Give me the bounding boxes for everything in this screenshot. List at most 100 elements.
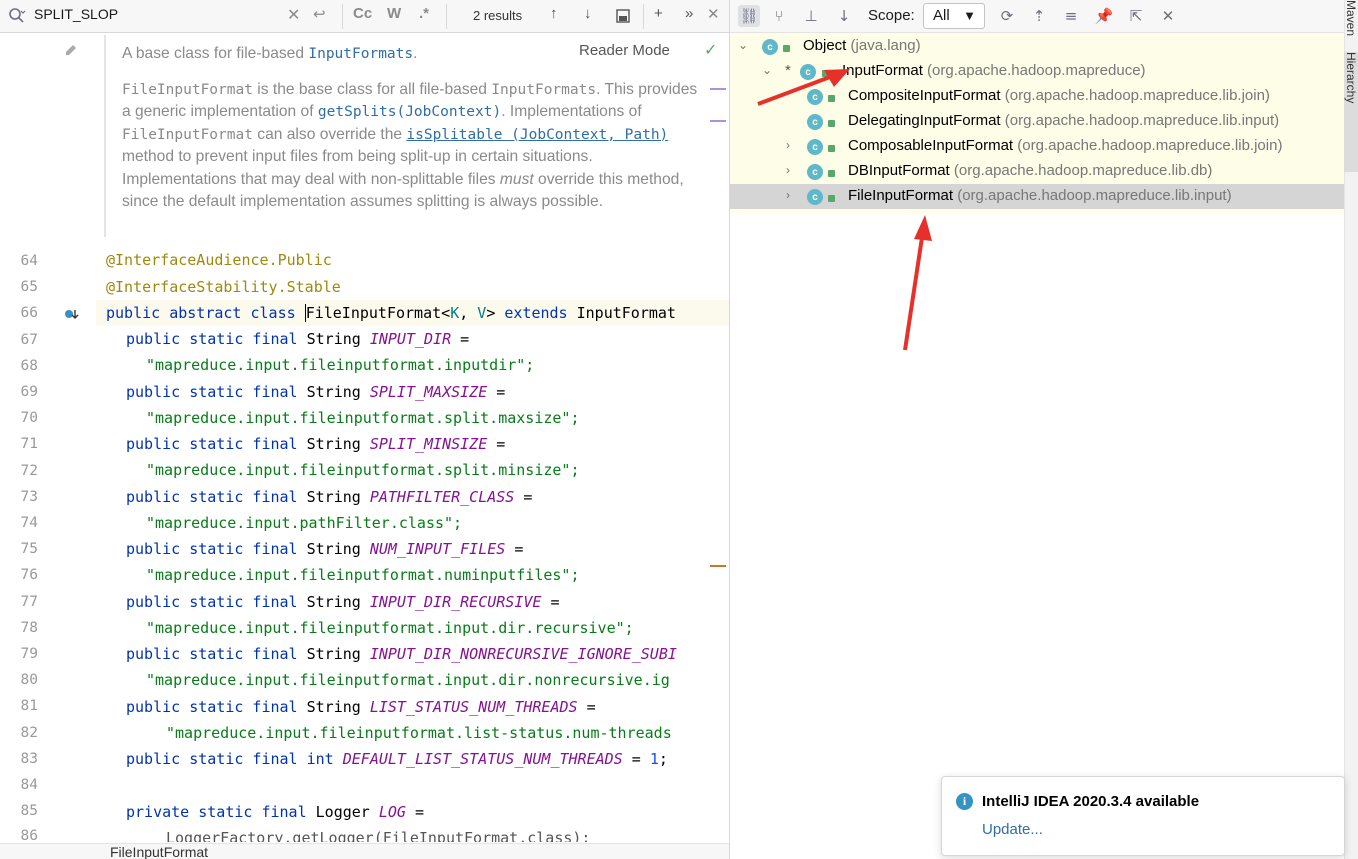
line-number[interactable]: 76: [0, 567, 38, 583]
line-number[interactable]: 69: [0, 384, 38, 400]
tree-node-composableinputformat[interactable]: › c ComposableInputFormat (org.apache.ha…: [730, 134, 1344, 159]
code-line-73: public static final String PATHFILTER_CL…: [126, 488, 533, 506]
code-line-65: @InterfaceStability.Stable: [106, 278, 341, 296]
chevron-right-icon[interactable]: ›: [786, 188, 790, 202]
current-marker-icon: *: [785, 62, 791, 79]
code-line-79: public static final String INPUT_DIR_NON…: [126, 645, 677, 663]
clear-search-icon[interactable]: ✕: [287, 5, 300, 25]
chevron-down-icon[interactable]: ⌄: [738, 38, 748, 52]
doc-paragraph: FileInputFormat is the base class for al…: [122, 80, 698, 211]
search-icon[interactable]: [8, 7, 26, 25]
tree-node-inputformat[interactable]: ⌄ * c InputFormat (org.apache.hadoop.map…: [730, 59, 1344, 84]
code-line-72: "mapreduce.input.fileinputformat.split.m…: [146, 461, 580, 479]
class-icon: c: [762, 39, 778, 55]
class-icon: c: [807, 189, 823, 205]
close-icon[interactable]: ✕: [1157, 5, 1179, 27]
annotation-arrow-fileinputformat: [903, 215, 932, 351]
scope-select[interactable]: All ▼: [923, 3, 985, 29]
reader-mode-button[interactable]: Reader Mode: [579, 42, 670, 59]
line-number[interactable]: 82: [0, 725, 38, 741]
line-number[interactable]: 65: [0, 279, 38, 295]
prev-occurrence-icon[interactable]: ↑: [550, 5, 558, 22]
line-number[interactable]: 85: [0, 803, 38, 819]
public-icon: [828, 195, 835, 202]
new-line-icon[interactable]: ↩: [313, 5, 326, 23]
line-number[interactable]: 86: [0, 828, 38, 842]
open-in-window-icon[interactable]: ⇱: [1125, 5, 1147, 27]
check-icon: ✓: [704, 40, 718, 59]
public-icon: [828, 170, 835, 177]
tree-node-fileinputformat[interactable]: › c FileInputFormat (org.apache.hadoop.m…: [730, 184, 1344, 209]
line-number[interactable]: 75: [0, 541, 38, 557]
line-number[interactable]: 64: [0, 253, 38, 269]
tree-node-compositeinputformat[interactable]: c CompositeInputFormat (org.apache.hadoo…: [730, 84, 1344, 109]
line-number[interactable]: 70: [0, 410, 38, 426]
supertypes-icon[interactable]: ⑂: [768, 5, 790, 27]
code-line-74: "mapreduce.input.pathFilter.class";: [146, 514, 463, 532]
regex-button[interactable]: .*: [419, 5, 429, 22]
more-icon[interactable]: »: [685, 5, 693, 22]
code-line-76: "mapreduce.input.fileinputformat.numinpu…: [146, 566, 580, 584]
search-input[interactable]: SPLIT_SLOP: [34, 6, 118, 22]
line-number[interactable]: 68: [0, 358, 38, 374]
line-number[interactable]: 78: [0, 620, 38, 636]
line-number[interactable]: 71: [0, 436, 38, 452]
chevron-right-icon[interactable]: ›: [786, 163, 790, 177]
line-number[interactable]: 67: [0, 332, 38, 348]
marker-stripe: [710, 120, 726, 122]
code-line-82: "mapreduce.input.fileinputformat.list-st…: [166, 724, 672, 742]
tree-node-dbinputformat[interactable]: › c DBInputFormat (org.apache.hadoop.map…: [730, 159, 1344, 184]
code-line-75: public static final String NUM_INPUT_FIL…: [126, 540, 524, 558]
subtypes-icon[interactable]: ⊥: [800, 5, 822, 27]
chevron-down-icon[interactable]: ⌄: [762, 63, 772, 77]
rendered-javadoc: A base class for file-based InputFormats…: [104, 35, 726, 237]
expand-all-icon[interactable]: ≡: [1060, 5, 1082, 27]
find-bar: SPLIT_SLOP ✕ ↩ Cc W .* 2 results ↑ ↓ + »…: [0, 0, 729, 33]
maven-tab[interactable]: Maven: [1344, 0, 1358, 46]
pin-icon[interactable]: 📌: [1093, 5, 1115, 27]
code-line-81: public static final String LIST_STATUS_N…: [126, 698, 596, 716]
tree-node-delegatinginputformat[interactable]: c DelegatingInputFormat (org.apache.hado…: [730, 109, 1344, 134]
whole-words-button[interactable]: W: [387, 5, 401, 22]
doc-link-issplitable[interactable]: isSplitable (JobContext, Path): [406, 127, 668, 143]
search-results-count: 2 results: [473, 8, 523, 23]
doc-link-getsplits[interactable]: getSplits(JobContext): [318, 104, 501, 120]
sort-alpha-icon[interactable]: ↓: [833, 5, 855, 27]
add-occurrence-icon[interactable]: +: [654, 5, 663, 22]
select-all-occurrences-icon[interactable]: [615, 8, 631, 24]
line-number[interactable]: 73: [0, 489, 38, 505]
match-case-button[interactable]: Cc: [353, 5, 372, 22]
refresh-icon[interactable]: ⟳: [996, 5, 1018, 27]
update-link[interactable]: Update...: [982, 821, 1043, 838]
breadcrumb[interactable]: FileInputFormat: [0, 843, 729, 859]
chevron-right-icon[interactable]: ›: [786, 138, 790, 152]
hierarchy-tab[interactable]: Hierarchy: [1344, 52, 1358, 172]
next-occurrence-icon[interactable]: ↓: [584, 5, 592, 22]
class-icon: c: [807, 114, 823, 130]
export-icon[interactable]: ⇡: [1028, 5, 1050, 27]
public-icon: [828, 95, 835, 102]
class-icon: c: [807, 89, 823, 105]
hierarchy-toolbar: ⛓ ⑂ ⊥ ↓ Scope: All ▼ ⟳ ⇡ ≡ 📌 ⇱ ✕: [730, 0, 1358, 33]
line-number[interactable]: 74: [0, 515, 38, 531]
edit-doc-icon[interactable]: [64, 43, 78, 57]
chevron-down-icon: ▼: [963, 8, 976, 23]
separator: [643, 4, 644, 29]
close-find-icon[interactable]: ✕: [707, 5, 720, 23]
line-number[interactable]: 81: [0, 698, 38, 714]
info-icon: i: [956, 793, 973, 810]
line-number[interactable]: 77: [0, 594, 38, 610]
line-number[interactable]: 80: [0, 672, 38, 688]
code-line-66: public abstract class FileInputFormat<K,…: [106, 304, 676, 322]
line-number[interactable]: 84: [0, 777, 38, 793]
scope-label: Scope:: [868, 7, 915, 24]
line-number[interactable]: 72: [0, 463, 38, 479]
implemented-method-icon[interactable]: [64, 307, 80, 321]
line-number[interactable]: 79: [0, 646, 38, 662]
tree-node-object[interactable]: ⌄ c Object (java.lang): [730, 34, 1344, 59]
separator: [342, 4, 343, 29]
public-icon: [828, 120, 835, 127]
line-number[interactable]: 83: [0, 751, 38, 767]
type-hierarchy-icon[interactable]: ⛓: [738, 5, 760, 27]
line-number[interactable]: 66: [0, 305, 38, 321]
